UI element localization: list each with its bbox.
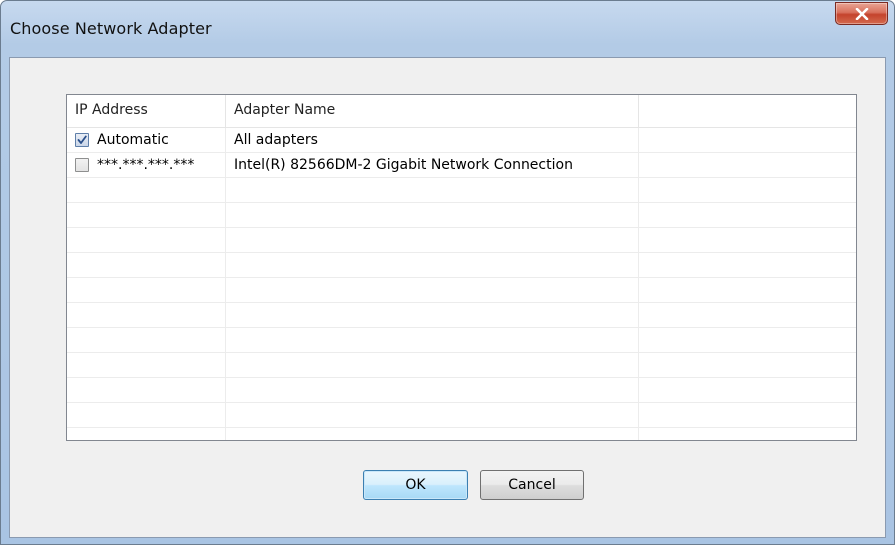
empty-cell — [639, 153, 856, 177]
ip-cell: Automatic — [67, 128, 226, 152]
list-body: Automatic All adapters ***.***.***.*** I… — [67, 128, 856, 440]
dialog-window: Choose Network Adapter IP Address Adapte… — [0, 0, 895, 545]
list-row-empty — [67, 228, 856, 253]
cancel-button[interactable]: Cancel — [480, 470, 584, 500]
list-row-empty — [67, 278, 856, 303]
list-header: IP Address Adapter Name — [67, 95, 856, 128]
column-header-adapter-name[interactable]: Adapter Name — [226, 95, 639, 128]
adapter-name-text: All adapters — [234, 132, 318, 148]
empty-cell — [639, 128, 856, 152]
title-bar[interactable]: Choose Network Adapter — [1, 1, 894, 57]
checkmark-icon — [77, 135, 87, 145]
list-row-empty — [67, 253, 856, 278]
intel-adapter-checkbox[interactable] — [75, 158, 89, 172]
list-row-empty — [67, 403, 856, 428]
list-row-empty — [67, 378, 856, 403]
list-row-empty — [67, 353, 856, 378]
adapter-name-cell: All adapters — [226, 128, 639, 152]
ip-cell: ***.***.***.*** — [67, 153, 226, 177]
adapter-list[interactable]: IP Address Adapter Name Automatic All ad… — [66, 94, 857, 441]
column-header-ip-address[interactable]: IP Address — [67, 95, 226, 128]
adapter-name-text: Intel(R) 82566DM-2 Gigabit Network Conne… — [234, 157, 573, 173]
adapter-name-cell: Intel(R) 82566DM-2 Gigabit Network Conne… — [226, 153, 639, 177]
list-row-empty — [67, 328, 856, 353]
list-row-intel-adapter[interactable]: ***.***.***.*** Intel(R) 82566DM-2 Gigab… — [67, 153, 856, 178]
list-row-empty — [67, 428, 856, 440]
list-row-empty — [67, 303, 856, 328]
list-row-automatic[interactable]: Automatic All adapters — [67, 128, 856, 153]
dialog-content: IP Address Adapter Name Automatic All ad… — [9, 57, 886, 538]
close-icon — [855, 7, 869, 20]
list-row-empty — [67, 203, 856, 228]
ip-address-text: ***.***.***.*** — [97, 157, 195, 173]
close-button[interactable] — [835, 2, 888, 25]
automatic-checkbox[interactable] — [75, 133, 89, 147]
ip-address-text: Automatic — [97, 132, 169, 148]
list-row-empty — [67, 178, 856, 203]
column-header-empty[interactable] — [639, 95, 856, 128]
ok-button[interactable]: OK — [363, 470, 468, 500]
window-title: Choose Network Adapter — [10, 19, 212, 38]
